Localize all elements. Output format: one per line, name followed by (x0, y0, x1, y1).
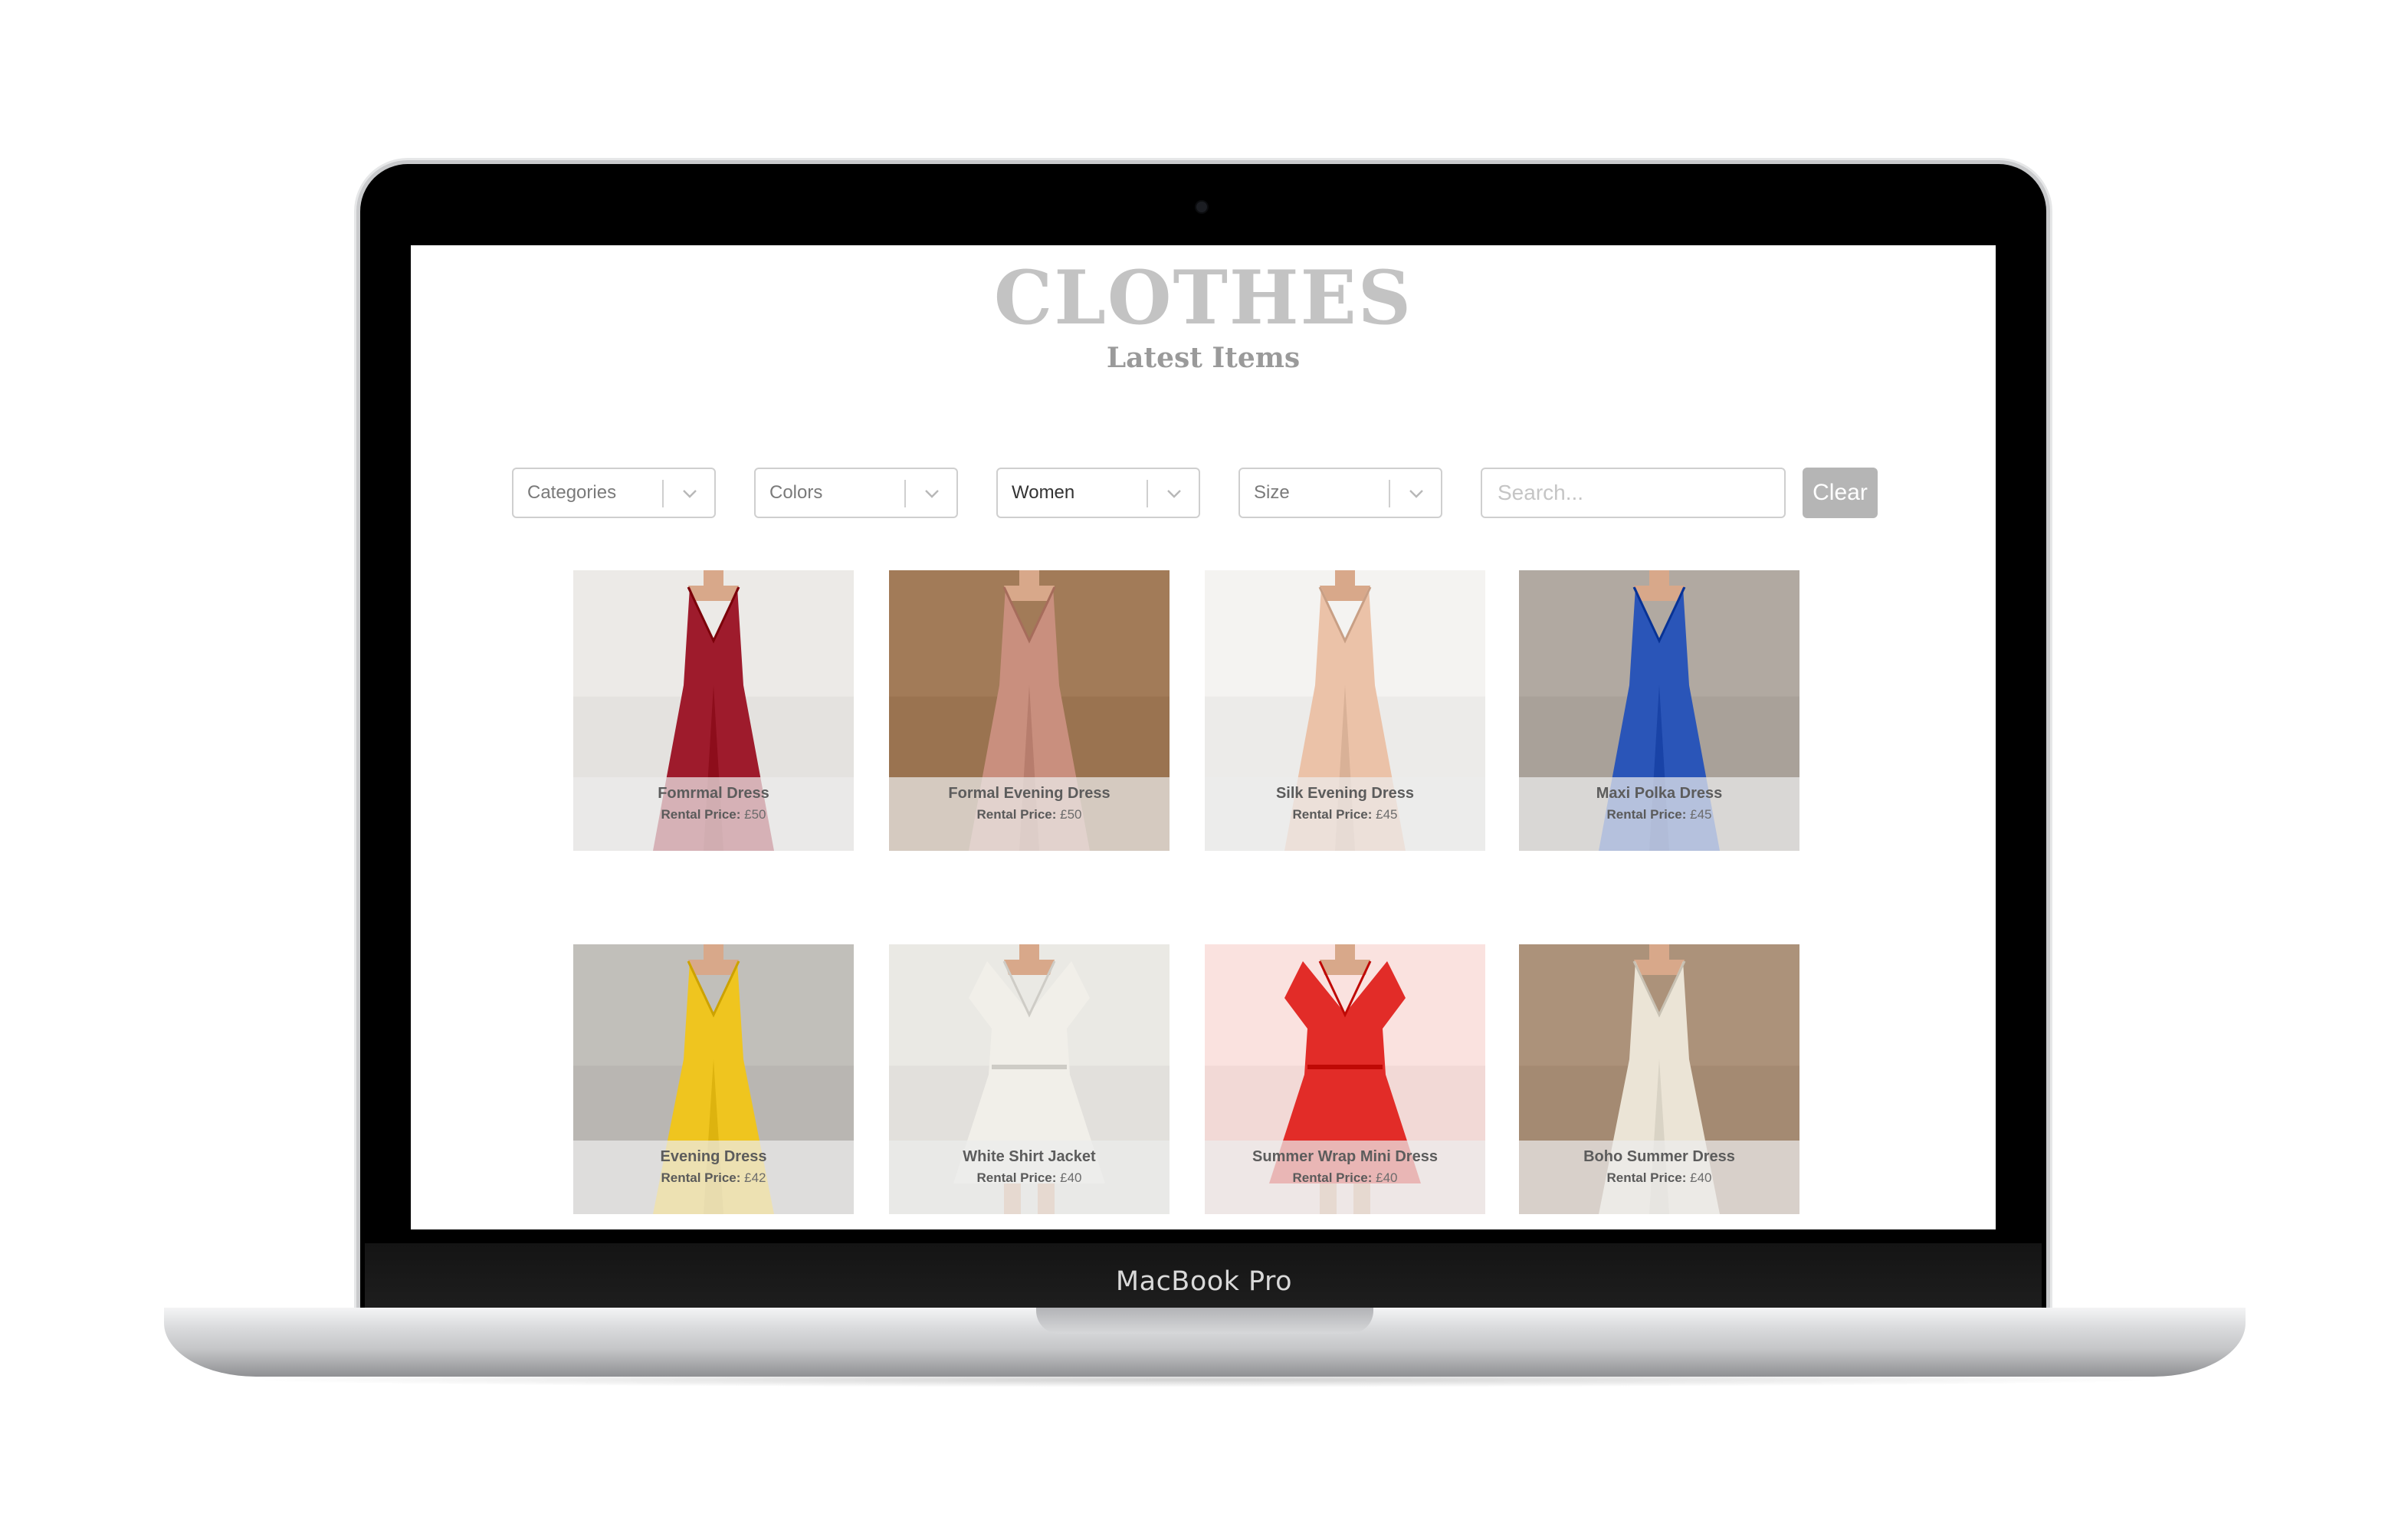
product-caption: Evening Dress Rental Price: £42 (573, 1141, 854, 1214)
chevron-down-icon (683, 490, 697, 498)
filter-label: Size (1254, 482, 1290, 503)
product-price: Rental Price: £40 (1519, 1170, 1799, 1186)
gender-filter[interactable]: Women (996, 468, 1200, 518)
product-name: Maxi Polka Dress (1596, 785, 1723, 802)
product-name: Evening Dress (660, 1148, 767, 1165)
product-name: Silk Evening Dress (1275, 785, 1415, 802)
price-value: £40 (1060, 1170, 1082, 1185)
product-caption: White Shirt Jacket Rental Price: £40 (889, 1141, 1170, 1214)
chevron-down-icon (1167, 490, 1181, 498)
product-card[interactable]: Summer Wrap Mini Dress Rental Price: £40 (1205, 944, 1485, 1214)
search-input[interactable] (1481, 468, 1786, 518)
filter-divider (1147, 480, 1148, 507)
product-caption: Maxi Polka Dress Rental Price: £45 (1519, 777, 1799, 851)
product-name: White Shirt Jacket (963, 1148, 1096, 1165)
product-card[interactable]: Formal Evening Dress Rental Price: £50 (889, 570, 1170, 851)
filter-divider (904, 480, 906, 507)
price-label: Rental Price: (976, 1170, 1057, 1185)
model-shoulders (1004, 586, 1055, 601)
camera-icon (1196, 202, 1207, 212)
web-page: CLOTHES Latest Items Categories Colors W… (411, 245, 1996, 1229)
model-shoulders (1320, 586, 1370, 601)
product-price: Rental Price: £40 (1205, 1170, 1485, 1186)
product-name: Formal Evening Dress (948, 785, 1111, 802)
filter-divider (1389, 480, 1390, 507)
product-price: Rental Price: £45 (1205, 807, 1485, 822)
page-title: CLOTHES (993, 254, 1413, 341)
price-label: Rental Price: (1606, 1170, 1687, 1185)
price-value: £50 (744, 807, 766, 822)
price-value: £42 (744, 1170, 766, 1185)
product-price: Rental Price: £50 (889, 807, 1170, 822)
product-price: Rental Price: £42 (573, 1170, 854, 1186)
price-label: Rental Price: (976, 807, 1057, 822)
clear-button[interactable]: Clear (1803, 468, 1878, 518)
product-price: Rental Price: £50 (573, 807, 854, 822)
product-caption: Boho Summer Dress Rental Price: £40 (1519, 1141, 1799, 1214)
product-card[interactable]: Evening Dress Rental Price: £42 (573, 944, 854, 1214)
price-label: Rental Price: (1606, 807, 1687, 822)
filter-label: Colors (769, 482, 823, 503)
model-shoulders (688, 960, 739, 975)
product-name: Boho Summer Dress (1583, 1148, 1735, 1165)
product-caption: Formal Evening Dress Rental Price: £50 (889, 777, 1170, 851)
price-value: £40 (1376, 1170, 1398, 1185)
product-caption: Summer Wrap Mini Dress Rental Price: £40 (1205, 1141, 1485, 1214)
model-shoulders (1320, 960, 1370, 975)
filter-label: Categories (527, 482, 617, 503)
colors-filter[interactable]: Colors (754, 468, 958, 518)
price-value: £50 (1060, 807, 1082, 822)
price-label: Rental Price: (661, 1170, 741, 1185)
size-filter[interactable]: Size (1238, 468, 1442, 518)
chevron-down-icon (925, 490, 939, 498)
price-value: £40 (1690, 1170, 1712, 1185)
filter-label: Women (1012, 482, 1075, 503)
product-card[interactable]: Silk Evening Dress Rental Price: £45 (1205, 570, 1485, 851)
product-name: Fomrmal Dress (658, 785, 769, 802)
product-card[interactable]: Maxi Polka Dress Rental Price: £45 (1519, 570, 1799, 851)
product-price: Rental Price: £40 (889, 1170, 1170, 1186)
price-label: Rental Price: (661, 807, 741, 822)
model-shoulders (1004, 960, 1055, 975)
model-shoulders (688, 586, 739, 601)
model-shoulders (1634, 960, 1685, 975)
chevron-down-icon (1409, 490, 1423, 498)
price-value: £45 (1376, 807, 1398, 822)
product-caption: Fomrmal Dress Rental Price: £50 (573, 777, 854, 851)
price-value: £45 (1690, 807, 1712, 822)
categories-filter[interactable]: Categories (512, 468, 716, 518)
product-card[interactable]: White Shirt Jacket Rental Price: £40 (889, 944, 1170, 1214)
price-label: Rental Price: (1292, 807, 1373, 822)
filter-divider (662, 480, 664, 507)
product-name: Summer Wrap Mini Dress (1252, 1148, 1438, 1165)
model-shoulders (1634, 586, 1685, 601)
product-card[interactable]: Fomrmal Dress Rental Price: £50 (573, 570, 854, 851)
device-label: MacBook Pro (1115, 1266, 1293, 1297)
page-subtitle: Latest Items (1106, 342, 1301, 374)
product-price: Rental Price: £45 (1519, 807, 1799, 822)
laptop-notch (1036, 1308, 1373, 1334)
price-label: Rental Price: (1292, 1170, 1373, 1185)
product-caption: Silk Evening Dress Rental Price: £45 (1205, 777, 1485, 851)
product-card[interactable]: Boho Summer Dress Rental Price: £40 (1519, 944, 1799, 1214)
